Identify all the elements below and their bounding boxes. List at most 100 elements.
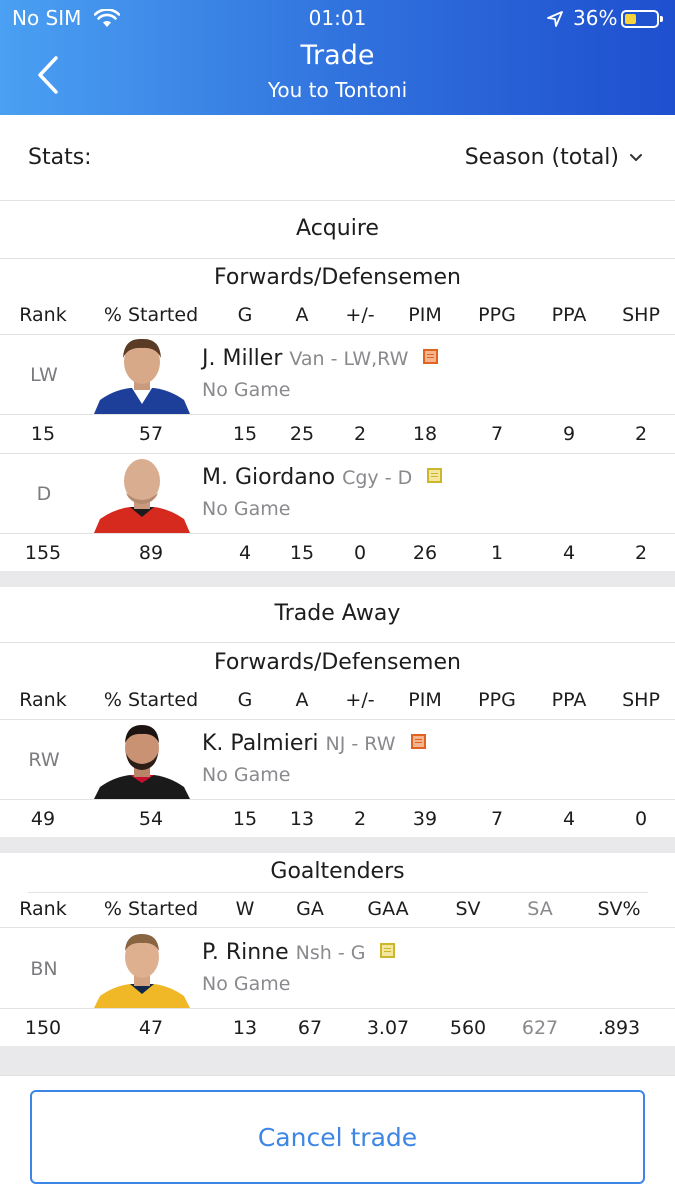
player-name[interactable]: J. Miller xyxy=(202,346,282,371)
note-orange-icon[interactable] xyxy=(410,734,426,749)
player-game-status: No Game xyxy=(202,498,291,520)
stat-shp: 2 xyxy=(634,542,648,564)
acquire-group-title: Forwards/Defensemen xyxy=(214,265,461,290)
player-name[interactable]: K. Palmieri xyxy=(202,731,319,756)
stat-shp: 0 xyxy=(634,808,648,830)
player-name-line: K. Palmieri NJ - RW xyxy=(202,731,426,756)
col-started: % Started xyxy=(103,689,199,711)
player-position: D xyxy=(36,483,52,505)
col-pim: PIM xyxy=(408,304,442,326)
trade-away-group-title: Forwards/Defensemen xyxy=(214,650,461,675)
stat-plusminus: 2 xyxy=(353,808,367,830)
section-divider xyxy=(0,837,675,853)
col-shp: SHP xyxy=(622,689,660,711)
player-name[interactable]: M. Giordano xyxy=(202,465,335,490)
col-started: % Started xyxy=(103,304,199,326)
stat-started: 54 xyxy=(138,808,164,830)
player-game-status: No Game xyxy=(202,973,291,995)
acquire-section-title: Acquire xyxy=(296,216,379,241)
col-w: W xyxy=(235,898,255,920)
stat-g: 15 xyxy=(232,808,258,830)
acquire-column-headers: Rank % Started G A +/- PIM PPG PPA SHP xyxy=(0,304,675,338)
stat-ppa: 9 xyxy=(562,423,576,445)
player-name[interactable]: P. Rinne xyxy=(202,940,289,965)
section-divider xyxy=(0,571,675,587)
player-name-line: M. Giordano Cgy - D xyxy=(202,465,443,490)
stat-shp: 2 xyxy=(634,423,648,445)
player-avatar-rinne[interactable] xyxy=(94,928,190,1008)
stats-filter-bar: Stats: Season (total) xyxy=(0,115,675,201)
player-team: Van - LW,RW xyxy=(289,348,409,370)
stat-rank: 155 xyxy=(24,542,62,564)
battery-icon xyxy=(621,10,663,28)
stat-plusminus: 2 xyxy=(353,423,367,445)
stat-started: 57 xyxy=(138,423,164,445)
stat-ga: 67 xyxy=(297,1017,323,1039)
stat-sa: 627 xyxy=(521,1017,559,1039)
cancel-trade-button[interactable]: Cancel trade xyxy=(30,1090,645,1184)
battery-percent: 36% xyxy=(573,6,618,30)
player-name-line: J. Miller Van - LW,RW xyxy=(202,346,439,371)
col-sv-pct: SV% xyxy=(597,898,641,920)
stat-ppa: 4 xyxy=(562,542,576,564)
col-plusminus: +/- xyxy=(345,689,375,711)
player-stats-row: 155 89 4 15 0 26 1 4 2 xyxy=(0,542,675,572)
stat-a: 15 xyxy=(289,542,315,564)
stat-g: 4 xyxy=(238,542,252,564)
player-avatar-giordano[interactable] xyxy=(94,453,190,533)
stat-w: 13 xyxy=(232,1017,258,1039)
col-ppg: PPG xyxy=(478,689,516,711)
col-shp: SHP xyxy=(622,304,660,326)
player-avatar-palmieri[interactable] xyxy=(94,719,190,799)
player-team: Cgy - D xyxy=(342,467,413,489)
stat-a: 13 xyxy=(289,808,315,830)
stat-ppg: 7 xyxy=(490,808,504,830)
stat-sv: 560 xyxy=(449,1017,487,1039)
stat-a: 25 xyxy=(289,423,315,445)
col-ga: GA xyxy=(296,898,324,920)
col-gaa: GAA xyxy=(367,898,409,920)
goalie-stats-row: 150 47 13 67 3.07 560 627 .893 xyxy=(0,1017,675,1047)
player-stats-row: 49 54 15 13 2 39 7 4 0 xyxy=(0,808,675,838)
col-ppa: PPA xyxy=(551,304,587,326)
trade-away-section-title: Trade Away xyxy=(274,601,401,626)
col-sv: SV xyxy=(455,898,481,920)
section-divider xyxy=(0,1046,675,1076)
stat-rank: 15 xyxy=(30,423,56,445)
col-ppa: PPA xyxy=(551,689,587,711)
stats-period-dropdown[interactable]: Season (total) xyxy=(465,145,643,170)
stat-sv-pct: .893 xyxy=(597,1017,641,1039)
col-ppg: PPG xyxy=(478,304,516,326)
goalies-group-title: Goaltenders xyxy=(270,859,405,884)
stat-started: 89 xyxy=(138,542,164,564)
player-avatar-miller[interactable] xyxy=(94,334,190,414)
page-subtitle: You to Tontoni xyxy=(267,78,408,102)
player-stats-row: 15 57 15 25 2 18 7 9 2 xyxy=(0,423,675,453)
nav-header: No SIM 01:01 36% Trade You to Tontoni xyxy=(0,0,675,115)
stat-plusminus: 0 xyxy=(353,542,367,564)
note-orange-icon[interactable] xyxy=(423,349,439,364)
stat-started: 47 xyxy=(138,1017,164,1039)
stat-pim: 39 xyxy=(412,808,438,830)
status-bar: No SIM 01:01 36% xyxy=(0,6,675,34)
footer-bar: Cancel trade xyxy=(0,1075,675,1201)
col-rank: Rank xyxy=(19,898,67,920)
player-game-status: No Game xyxy=(202,379,291,401)
note-yellow-icon[interactable] xyxy=(380,943,396,958)
col-started: % Started xyxy=(103,898,199,920)
stat-ppa: 4 xyxy=(562,808,576,830)
col-g: G xyxy=(237,304,253,326)
stat-rank: 150 xyxy=(24,1017,62,1039)
stat-ppg: 7 xyxy=(490,423,504,445)
location-icon xyxy=(546,9,564,33)
col-rank: Rank xyxy=(19,689,67,711)
col-rank: Rank xyxy=(19,304,67,326)
stat-rank: 49 xyxy=(30,808,56,830)
stat-gaa: 3.07 xyxy=(366,1017,410,1039)
stat-ppg: 1 xyxy=(490,542,504,564)
page-title: Trade xyxy=(300,40,375,71)
col-sa: SA xyxy=(527,898,553,920)
col-a: A xyxy=(295,304,309,326)
note-yellow-icon[interactable] xyxy=(427,468,443,483)
col-g: G xyxy=(237,689,253,711)
